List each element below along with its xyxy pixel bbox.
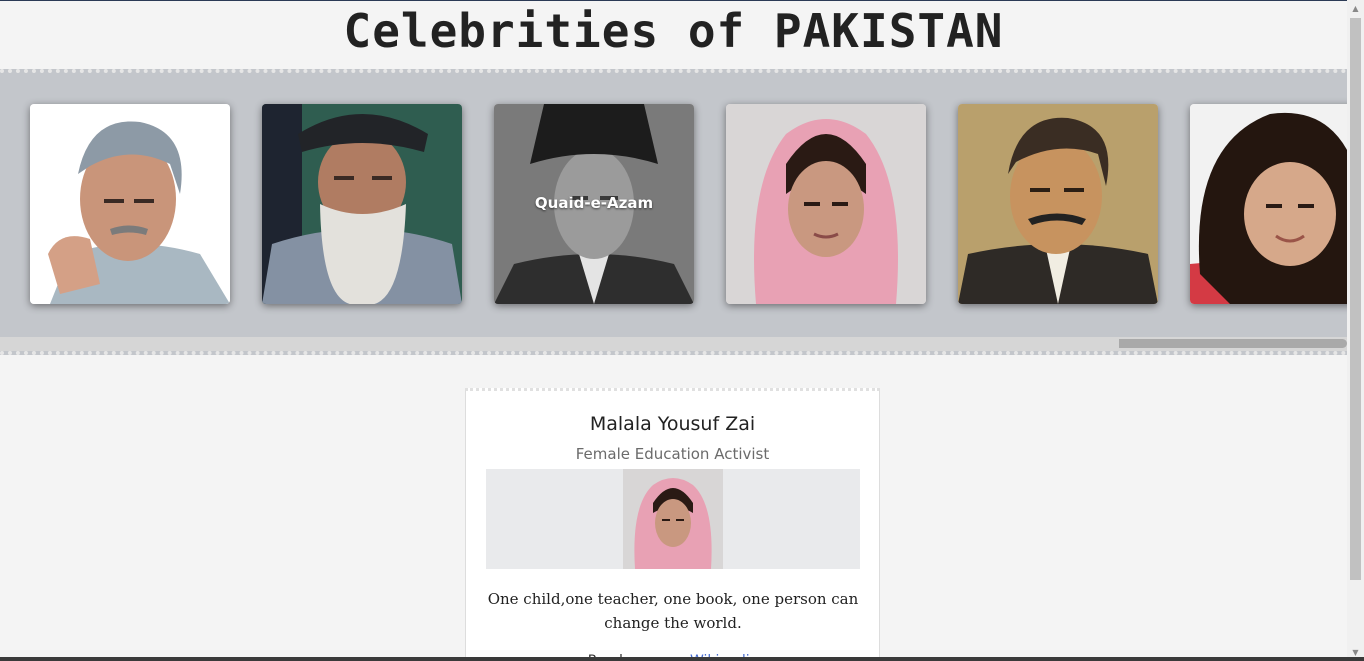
- portrait-image: [30, 104, 230, 304]
- celebrity-card-6[interactable]: [1190, 104, 1347, 304]
- page-scrollbar-thumb[interactable]: [1350, 18, 1361, 580]
- taskbar-strip: [0, 657, 1364, 661]
- celebrity-card-1[interactable]: [30, 104, 230, 304]
- celebrity-card-3[interactable]: Quaid-e-Azam: [494, 104, 694, 304]
- celebrity-name: Malala Yousuf Zai: [589, 413, 756, 435]
- carousel-scrollbar[interactable]: [0, 337, 1347, 351]
- portrait-image: [262, 104, 462, 304]
- portrait-image: [1190, 104, 1347, 304]
- celebrity-card-2[interactable]: [262, 104, 462, 304]
- page: Celebrities of PAKISTAN Quaid-e-Azam Mal…: [0, 0, 1347, 661]
- scroll-up-icon[interactable]: ▲: [1347, 1, 1364, 17]
- detail-photo: [623, 469, 723, 569]
- page-scrollbar[interactable]: ▲ ▼: [1347, 0, 1364, 661]
- portrait-image: [958, 104, 1158, 304]
- celebrity-carousel[interactable]: Quaid-e-Azam: [0, 69, 1347, 355]
- celebrity-card-5[interactable]: [958, 104, 1158, 304]
- card-caption: Quaid-e-Azam: [534, 194, 654, 212]
- detail-card: Malala Yousuf Zai Female Education Activ…: [465, 388, 880, 661]
- portrait-image: [726, 104, 926, 304]
- carousel-scrollbar-thumb[interactable]: [1119, 339, 1347, 348]
- celebrity-role: Female Education Activist: [575, 445, 770, 463]
- page-title: Celebrities of PAKISTAN: [343, 4, 1004, 58]
- celebrity-quote: One child,one teacher, one book, one per…: [487, 590, 859, 632]
- celebrity-card-4[interactable]: [726, 104, 926, 304]
- detail-photo-band: [486, 469, 860, 569]
